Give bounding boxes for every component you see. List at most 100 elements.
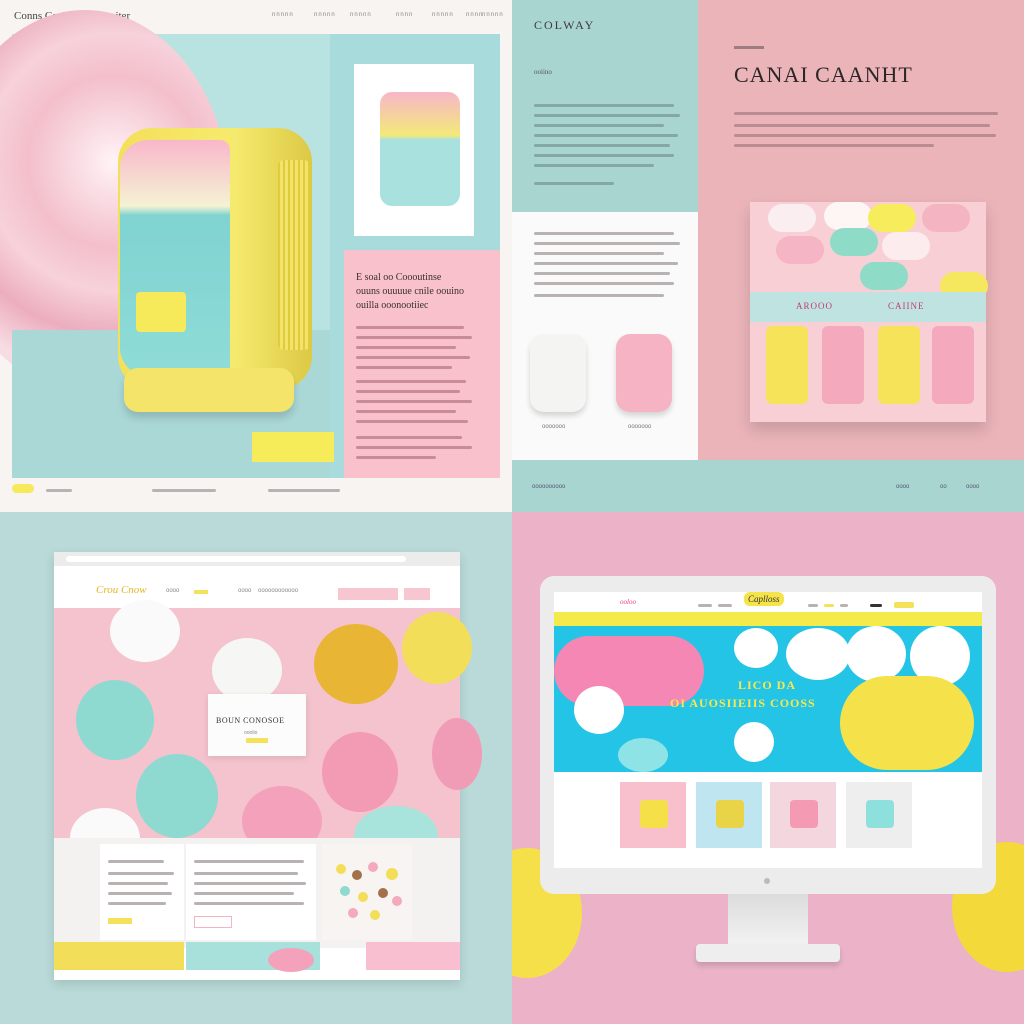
nav-item[interactable]: oooooooooooo (258, 588, 298, 594)
white-soap-product[interactable] (530, 334, 586, 412)
hero-card-button[interactable] (246, 738, 268, 743)
nav-button[interactable] (404, 588, 430, 600)
pink-soap-product[interactable] (616, 334, 672, 412)
footer-link[interactable] (152, 489, 216, 492)
nav-item[interactable]: oooo (238, 588, 251, 594)
panel-product-page: Conns Caulns Cooontaiter nnnnn nnnnn nnn… (0, 0, 512, 512)
text-line (356, 456, 436, 459)
footer-link[interactable] (268, 489, 340, 492)
card-heading: ouilla ooonootiiec (356, 300, 429, 311)
mint-candy (618, 738, 668, 772)
product-tile[interactable] (620, 782, 686, 848)
site-logo[interactable]: Caplloss (744, 592, 784, 606)
nav-item[interactable]: nnnnn (314, 12, 336, 18)
column-button[interactable] (108, 918, 132, 924)
candy-ball (402, 612, 472, 684)
hero-subheadline: OI AUOSIIEIIS COOSS (670, 696, 816, 710)
nav-item[interactable]: nnnn (396, 12, 413, 18)
nav-item[interactable]: oooo (166, 588, 179, 594)
candy-machine-base (124, 368, 294, 412)
text-line (534, 232, 674, 235)
marshmallow (846, 626, 906, 682)
footer-link[interactable]: oooooooooo (532, 484, 565, 490)
text-line (356, 420, 468, 423)
nav-item[interactable]: nnnnn (482, 12, 504, 18)
tray-label: AROOO (796, 301, 834, 311)
nav-item[interactable]: nnnnn (272, 12, 294, 18)
text-line (108, 860, 164, 863)
text-line (534, 124, 664, 127)
nav-button[interactable] (338, 588, 398, 600)
candy-bar (822, 326, 864, 404)
candy-bar (878, 326, 920, 404)
text-line (534, 252, 664, 255)
text-line (734, 144, 934, 147)
text-line (534, 294, 664, 297)
nav-item[interactable] (698, 604, 712, 607)
candy-bar (766, 326, 808, 404)
nav-item[interactable]: nnnnn (432, 12, 454, 18)
nav-item[interactable]: nnnnn (350, 12, 372, 18)
nav-item[interactable] (824, 604, 834, 607)
nav-item[interactable] (870, 604, 882, 607)
text-line (534, 182, 614, 185)
marshmallow (574, 686, 624, 734)
hero-headline: LICO DA (738, 678, 797, 692)
nav-item[interactable] (808, 604, 818, 607)
nav-item[interactable]: nnnn (466, 12, 483, 18)
site-logo[interactable]: Crou Cnow (96, 584, 147, 596)
nav-item[interactable] (718, 604, 732, 607)
candy (776, 236, 824, 264)
marshmallow (734, 722, 774, 762)
nav-item[interactable] (840, 604, 848, 607)
candy-ball (432, 718, 482, 790)
product-tile[interactable] (846, 782, 912, 848)
text-line (534, 242, 680, 245)
product-tile[interactable] (770, 782, 836, 848)
text-line (194, 860, 304, 863)
text-line (356, 446, 472, 449)
candy-ball (314, 624, 398, 704)
panel-desktop-mockup: ooloo Caplloss LICO DA OI AUOSIIEIIS COO… (512, 512, 1024, 1024)
footer-link[interactable] (46, 489, 72, 492)
candy-bar (932, 326, 974, 404)
text-line (734, 134, 996, 137)
headline: CANAI CAANHT (734, 62, 913, 87)
text-line (356, 380, 466, 383)
text-line (108, 882, 168, 885)
column-button[interactable] (194, 916, 232, 928)
candy-machine-front (120, 140, 230, 376)
thumbnail-machine-image (380, 92, 460, 206)
tray-label: CAIINE (888, 301, 925, 311)
footer-pill[interactable] (12, 484, 34, 493)
text-line (534, 134, 678, 137)
marshmallow (786, 628, 850, 680)
tray-label-band: AROOO CAIINE (750, 292, 986, 322)
content-column (186, 844, 316, 940)
brand-name: COLWAY (534, 18, 596, 32)
text-line (356, 336, 472, 339)
hero-card-subtitle: ooolio (244, 730, 258, 736)
candy-icon (790, 800, 818, 828)
nav-button[interactable] (894, 602, 914, 608)
text-line (534, 104, 674, 107)
text-line (534, 272, 670, 275)
text-line (356, 390, 460, 393)
footer-link[interactable]: oooo (966, 484, 979, 490)
product-tile[interactable] (696, 782, 762, 848)
footer-link[interactable]: oo (940, 484, 947, 490)
cta-button[interactable] (252, 432, 334, 462)
footer-block (54, 942, 184, 970)
candy-machine-grill (278, 160, 310, 350)
site-logo-small[interactable]: ooloo (620, 598, 636, 606)
monitor-stand (696, 944, 840, 962)
text-line (534, 164, 654, 167)
address-bar[interactable] (66, 556, 406, 562)
candy-ball (110, 600, 180, 662)
text-line (534, 154, 674, 157)
card-heading: ouuns ouuuue cnile oouino (356, 286, 465, 297)
footer-link[interactable]: oooo (896, 484, 909, 490)
candy (830, 228, 878, 256)
monitor-neck (728, 894, 808, 950)
panel-browser-site: Crou Cnow oooo oooo oooooooooooo BOUN CO… (0, 512, 512, 1024)
